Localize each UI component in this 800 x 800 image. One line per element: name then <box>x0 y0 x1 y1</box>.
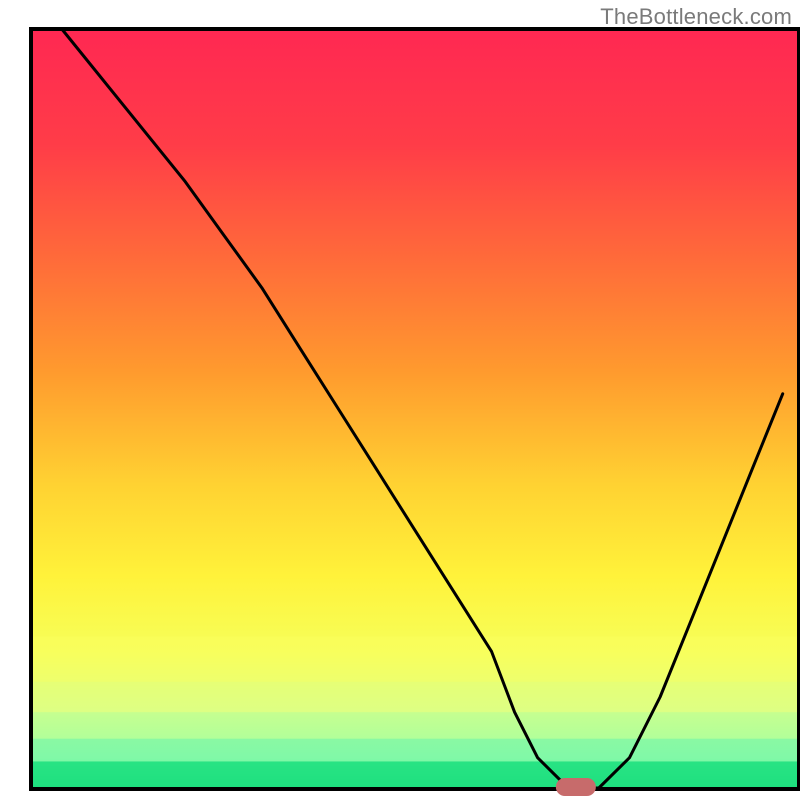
gradient-band <box>32 682 798 712</box>
bottleneck-chart <box>0 0 800 800</box>
gradient-band <box>32 712 798 739</box>
chart-container: TheBottleneck.com <box>0 0 800 800</box>
gradient-band <box>32 739 798 762</box>
optimal-marker <box>556 778 596 796</box>
gradient-band <box>32 761 798 788</box>
watermark-text: TheBottleneck.com <box>600 4 792 30</box>
